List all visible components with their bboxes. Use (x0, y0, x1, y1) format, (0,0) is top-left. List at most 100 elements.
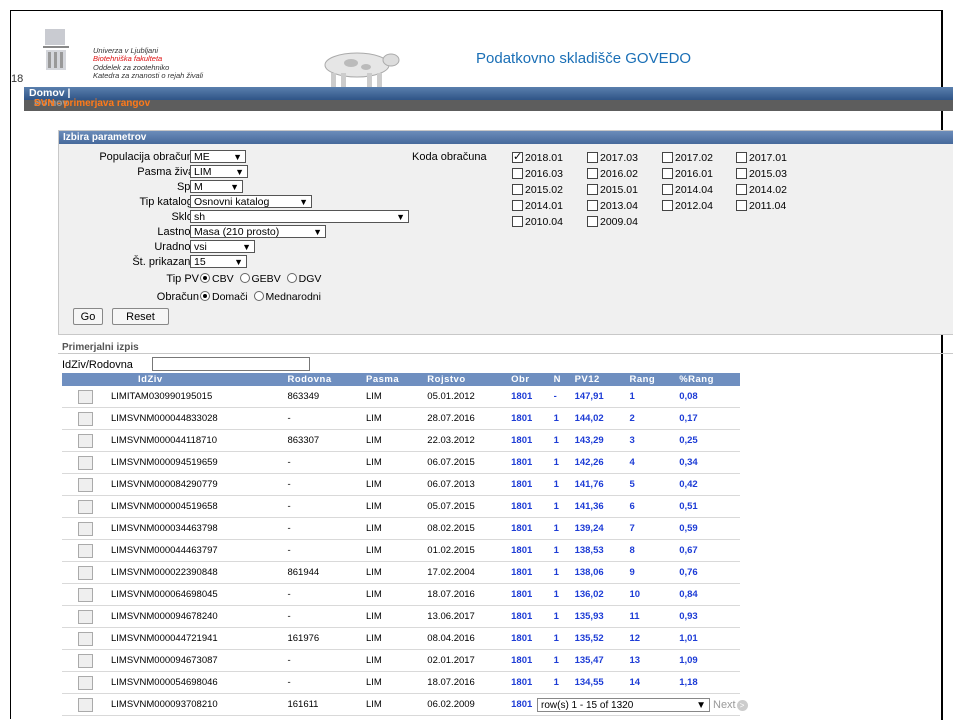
pagination-select[interactable]: row(s) 1 - 15 of 1320 ▼ (537, 698, 710, 712)
row-icon-cell[interactable] (62, 386, 108, 408)
st-prikazanih-select[interactable]: 15 ▼ (190, 255, 247, 268)
row-icon-cell[interactable] (62, 605, 108, 628)
table-row[interactable]: LIMSVNM000084290779- LIM 06.07.2013 1801 1 14… (62, 473, 740, 496)
document-icon[interactable] (77, 697, 93, 712)
row-icon-cell[interactable] (62, 539, 108, 562)
koda-checkbox-2014-04[interactable]: 2014.04 (662, 184, 713, 196)
radio-cbv[interactable]: CBV (200, 273, 234, 285)
document-icon[interactable] (77, 587, 93, 602)
next-page-button[interactable]: Next > (713, 698, 748, 712)
document-icon[interactable] (77, 543, 93, 558)
col-n[interactable]: N (550, 373, 572, 386)
cell-obr[interactable]: 1801 (508, 517, 551, 540)
cell-obr[interactable]: 1801 (508, 495, 551, 518)
table-row[interactable]: LIMSVNM000044721941 161976 LIM 08.04.2016 18… (62, 627, 740, 650)
uradnost-select[interactable]: vsi ▼ (190, 240, 255, 253)
row-icon-cell[interactable] (62, 407, 108, 430)
radio-dgv[interactable]: DGV (286, 273, 321, 285)
radio-domaci[interactable]: Domači (200, 291, 248, 303)
koda-checkbox-2017-02[interactable]: 2017.02 (662, 152, 713, 164)
col-obr[interactable]: Obr (508, 373, 551, 386)
col-rodovna[interactable]: Rodovna (284, 373, 363, 386)
row-icon-cell[interactable] (62, 517, 108, 540)
cell-obr[interactable]: 1801 (508, 627, 551, 650)
go-button[interactable]: Go (73, 308, 103, 325)
cell-obr[interactable]: 1801 (508, 605, 551, 628)
row-icon-cell[interactable] (62, 451, 108, 474)
cell-obr[interactable]: 1801 (508, 539, 551, 562)
table-row[interactable]: LIMSVNM000044118710 863307 LIM 22.03.2012 18… (62, 429, 740, 452)
koda-checkbox-2017-01[interactable]: 2017.01 (736, 152, 787, 164)
reset-button[interactable]: Reset (112, 308, 169, 325)
row-icon-cell[interactable] (62, 671, 108, 694)
row-icon-cell[interactable] (62, 649, 108, 672)
populacija-select[interactable]: ME ▼ (190, 150, 246, 163)
document-icon[interactable] (77, 499, 93, 514)
koda-checkbox-2016-03[interactable]: 2016.03 (512, 168, 563, 180)
cell-obr[interactable]: 1801 (508, 386, 551, 408)
koda-checkbox-2016-01[interactable]: 2016.01 (662, 168, 713, 180)
col-pct-rang[interactable]: %Rang (676, 373, 740, 386)
table-row[interactable]: LIMSVNM000034463798- LIM 08.02.2015 1801 1 13… (62, 517, 740, 540)
document-icon[interactable] (77, 521, 93, 536)
row-icon-cell[interactable] (62, 429, 108, 452)
document-icon[interactable] (77, 609, 93, 624)
row-icon-cell[interactable] (62, 561, 108, 584)
col-rojstvo[interactable]: Rojstvo (424, 373, 509, 386)
document-icon[interactable] (77, 653, 93, 668)
table-row[interactable]: LIMSVNM000094519659- LIM 06.07.2015 1801 1 14… (62, 451, 740, 474)
cell-obr[interactable]: 1801 (508, 451, 551, 474)
koda-checkbox-2015-02[interactable]: 2015.02 (512, 184, 563, 196)
cell-obr[interactable]: 1801 (508, 473, 551, 496)
radio-gebv[interactable]: GEBV (239, 273, 281, 285)
koda-checkbox-2015-01[interactable]: 2015.01 (587, 184, 638, 196)
table-row[interactable]: LIMSVNM000044463797- LIM 01.02.2015 1801 1 13… (62, 539, 740, 562)
col-idziv[interactable]: IdZiv (108, 373, 285, 386)
document-icon[interactable] (77, 565, 93, 580)
koda-checkbox-2013-04[interactable]: 2013.04 (587, 200, 638, 212)
col-pv12[interactable]: PV12 (571, 373, 627, 386)
radio-mednarodni[interactable]: Mednarodni (253, 291, 321, 303)
table-row[interactable]: LIMSVNM000044833028- LIM 28.07.2016 1801 1 14… (62, 407, 740, 430)
cell-obr[interactable]: 1801 (508, 407, 551, 430)
table-row[interactable]: LIMSVNM000094673087- LIM 02.01.2017 1801 1 13… (62, 649, 740, 672)
koda-checkbox-2014-01[interactable]: 2014.01 (512, 200, 563, 212)
document-icon[interactable] (77, 433, 93, 448)
koda-checkbox-2016-02[interactable]: 2016.02 (587, 168, 638, 180)
table-row[interactable]: LIMITAM030990195015 863349 LIM 05.01.2012 18… (62, 386, 740, 408)
document-icon[interactable] (77, 455, 93, 470)
sklop-select[interactable]: sh ▼ (190, 210, 409, 223)
document-icon[interactable] (77, 631, 93, 646)
row-icon-cell[interactable] (62, 627, 108, 650)
row-icon-cell[interactable] (62, 583, 108, 606)
koda-checkbox-2012-04[interactable]: 2012.04 (662, 200, 713, 212)
spol-select[interactable]: M ▼ (190, 180, 243, 193)
row-icon-cell[interactable] (62, 693, 108, 716)
col-pasma[interactable]: Pasma (362, 373, 425, 386)
cell-obr[interactable]: 1801 (508, 583, 551, 606)
cell-obr[interactable]: 1801 (508, 671, 551, 694)
table-row[interactable]: LIMSVNM000022390848 861944 LIM 17.02.2004 18… (62, 561, 740, 584)
col-rang[interactable]: Rang (626, 373, 677, 386)
document-icon[interactable] (77, 675, 93, 690)
koda-checkbox-2011-04[interactable]: 2011.04 (736, 200, 786, 212)
koda-checkbox-2010-04[interactable]: 2010.04 (512, 216, 563, 228)
row-icon-cell[interactable] (62, 473, 108, 496)
koda-checkbox-2017-03[interactable]: 2017.03 (587, 152, 638, 164)
cell-obr[interactable]: 1801 (508, 429, 551, 452)
table-row[interactable]: LIMSVNM000094678240- LIM 13.06.2017 1801 1 13… (62, 605, 740, 628)
cell-obr[interactable]: 1801 (508, 561, 551, 584)
koda-checkbox-2015-03[interactable]: 2015.03 (736, 168, 787, 180)
document-icon[interactable] (77, 411, 93, 426)
lastnost-select[interactable]: Masa (210 prosto) ▼ (190, 225, 326, 238)
cell-obr[interactable]: 1801 (508, 649, 551, 672)
koda-checkbox-2014-02[interactable]: 2014.02 (736, 184, 787, 196)
row-icon-cell[interactable] (62, 495, 108, 518)
pasma-select[interactable]: LIM ▼ (190, 165, 248, 178)
document-icon[interactable] (77, 389, 93, 404)
idziv-filter-input[interactable] (152, 357, 310, 371)
document-icon[interactable] (77, 477, 93, 492)
table-row[interactable]: LIMSVNM000054698046- LIM 18.07.2016 1801 1 13… (62, 671, 740, 694)
koda-checkbox-2018-01[interactable]: 2018.01 (512, 150, 563, 164)
koda-checkbox-2009-04[interactable]: 2009.04 (587, 216, 638, 228)
